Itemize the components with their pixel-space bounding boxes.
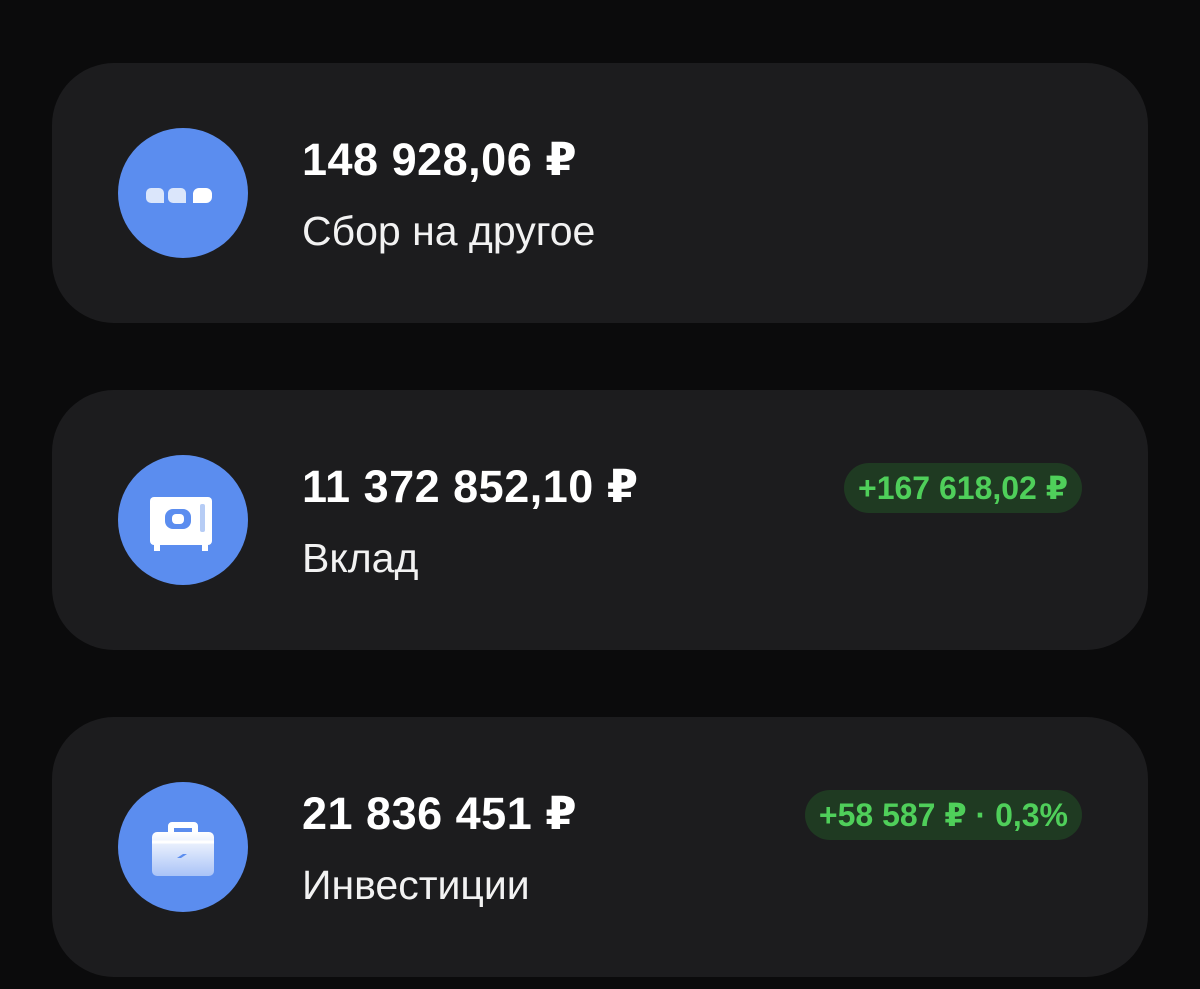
briefcase-icon (118, 782, 248, 912)
profit-badge: +58 587 ₽ · 0,3% (804, 790, 1082, 840)
account-amount: 21 836 451 ₽ (302, 788, 578, 839)
account-label: Сбор на другое (302, 208, 596, 254)
safe-icon (118, 455, 248, 585)
account-card-collection[interactable]: 148 928,06 ₽ Сбор на другое (52, 63, 1148, 323)
profit-badge: +167 618,02 ₽ (844, 463, 1082, 513)
account-label: Вклад (302, 535, 419, 581)
account-card-deposit[interactable]: 11 372 852,10 ₽ Вклад +167 618,02 ₽ (52, 390, 1148, 650)
account-amount: 11 372 852,10 ₽ (302, 461, 639, 512)
account-amount: 148 928,06 ₽ (302, 134, 578, 185)
account-card-investments[interactable]: 21 836 451 ₽ Инвестиции +58 587 ₽ · 0,3% (52, 717, 1148, 977)
chat-bubbles-icon (118, 128, 248, 258)
account-label: Инвестиции (302, 862, 530, 908)
